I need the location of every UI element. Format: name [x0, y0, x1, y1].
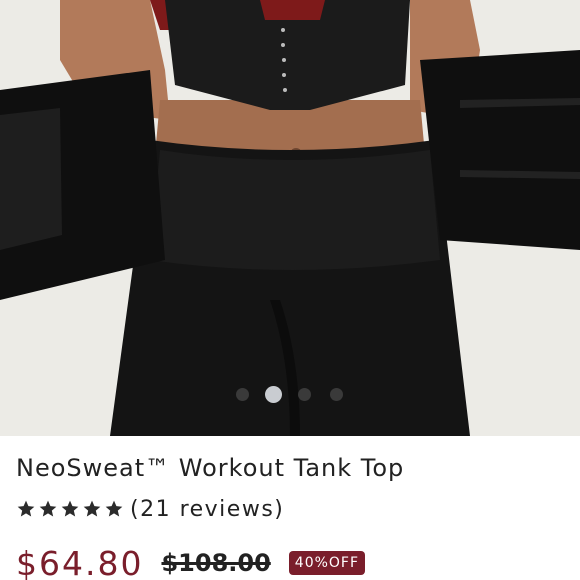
- star-icon: [61, 500, 79, 517]
- carousel-pagination: [0, 386, 580, 404]
- sale-price: $64.80: [16, 543, 144, 580]
- price-row: $64.80 $108.00 40%OFF: [16, 543, 366, 580]
- star-icon: [83, 500, 101, 517]
- carousel-dot-2-active[interactable]: [265, 386, 282, 403]
- original-price: $108.00: [161, 549, 271, 577]
- product-photo: [0, 0, 580, 436]
- star-icon: [105, 500, 123, 517]
- star-rating: [16, 499, 124, 519]
- carousel-dot-1[interactable]: [236, 388, 249, 401]
- rating-row[interactable]: (21 reviews): [16, 494, 284, 524]
- product-page: NeoSweat™ Workout Tank Top (21 reviews) …: [0, 0, 580, 580]
- reviews-link[interactable]: (21 reviews): [130, 497, 284, 522]
- carousel-dot-3[interactable]: [298, 388, 311, 401]
- carousel-dot-4[interactable]: [330, 388, 343, 401]
- discount-badge: 40%OFF: [288, 551, 366, 575]
- product-title: NeoSweat™ Workout Tank Top: [16, 454, 405, 482]
- product-image-carousel[interactable]: [0, 0, 580, 436]
- star-icon: [39, 500, 57, 517]
- star-icon: [17, 500, 35, 517]
